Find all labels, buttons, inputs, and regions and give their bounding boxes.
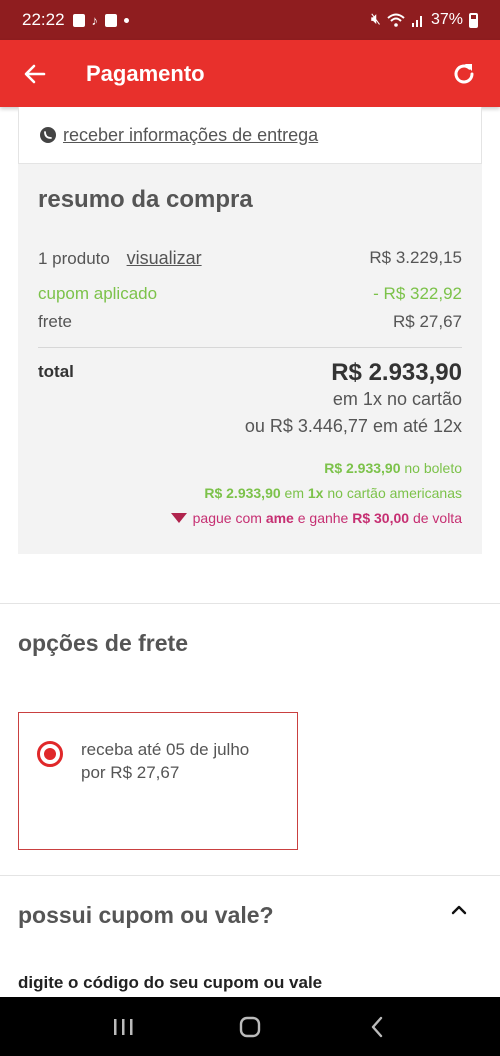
total-label: total: [38, 362, 74, 381]
chevron-up-icon[interactable]: [448, 899, 470, 921]
ame-prefix: pague com: [192, 510, 262, 526]
coupon-input-label: digite o código do seu cupom ou vale: [18, 973, 323, 992]
purchase-summary: resumo da compra 1 produto visualizar R$…: [18, 164, 482, 554]
signal-icon: [411, 16, 422, 27]
ame-gem-icon: [170, 513, 187, 524]
product-row: 1 produto visualizar R$ 3.229,15: [38, 248, 462, 269]
back-chevron-icon[interactable]: [357, 1007, 397, 1047]
ame-mid: e ganhe: [297, 510, 349, 526]
battery-percent: 37%: [430, 11, 463, 28]
system-nav-bar: [0, 997, 500, 1056]
freight-section-title: opções de frete: [18, 630, 188, 656]
mute-icon: 🔇︎: [370, 11, 381, 28]
status-bar: 22:22 ♪ 🔇︎ 37%: [0, 0, 500, 40]
section-divider: [0, 603, 500, 604]
total-installment-12x: ou R$ 3.446,77 em até 12x: [244, 416, 462, 436]
freight-option-price: por R$ 27,67: [81, 763, 180, 782]
freight-option-text: receba até 05 de julho por R$ 27,67: [81, 738, 281, 784]
coupon-row: cupom aplicado - R$ 322,92: [38, 284, 462, 304]
ame-cashback-line: pague com ame e ganhe R$ 30,00 de volta: [170, 510, 462, 526]
summary-title: resumo da compra: [38, 186, 253, 213]
more-notifications-icon: [124, 17, 130, 23]
delivery-info-link[interactable]: receber informações de entrega: [63, 125, 318, 146]
total-value: R$ 2.933,90: [331, 359, 462, 386]
delivery-info-card: receber informações de entrega: [18, 107, 482, 164]
boleto-text: no boleto: [404, 460, 462, 476]
boleto-value: R$ 2.933,90: [324, 460, 401, 476]
recents-icon[interactable]: [103, 1007, 143, 1047]
battery-icon: [469, 12, 478, 28]
summary-divider: [38, 347, 462, 348]
coupon-section-title[interactable]: possui cupom ou vale?: [18, 902, 274, 929]
card-1x: 1x: [307, 485, 324, 501]
whatsapp-icon: [40, 127, 56, 143]
card-em: em: [284, 485, 304, 501]
section-divider: [0, 875, 500, 876]
product-value: R$ 3.229,15: [369, 248, 462, 267]
ame-brand: ame: [265, 510, 294, 526]
freight-option-date: receba até 05 de julho: [81, 740, 250, 759]
app-bar: Pagamento: [0, 40, 500, 107]
boleto-price-line: R$ 2.933,90 no boleto: [324, 460, 462, 476]
calendar-icon: [105, 13, 118, 27]
ame-value: R$ 30,00: [352, 510, 410, 526]
status-time: 22:22: [22, 10, 65, 29]
arrow-left-icon[interactable]: [20, 59, 50, 89]
wifi-icon: [387, 13, 405, 27]
notification-icon: [72, 13, 85, 27]
product-label: 1 produto: [38, 249, 110, 268]
americanas-card-line: R$ 2.933,90 em 1x no cartão americanas: [204, 485, 462, 501]
shipping-row: frete R$ 27,67: [38, 312, 462, 332]
coupon-value: - R$ 322,92: [373, 284, 462, 303]
home-icon[interactable]: [230, 1007, 270, 1047]
card-value: R$ 2.933,90: [204, 485, 281, 501]
card-text: no cartão americanas: [327, 485, 462, 501]
freight-option-radio[interactable]: [37, 741, 63, 767]
total-installment-1x: em 1x no cartão: [332, 389, 462, 409]
view-products-link[interactable]: visualizar: [127, 248, 202, 268]
coupon-label: cupom aplicado: [38, 284, 158, 303]
shipping-value: R$ 27,67: [393, 312, 462, 331]
page-title: Pagamento: [86, 60, 205, 86]
tiktok-icon: ♪: [91, 12, 99, 28]
ame-suffix: de volta: [412, 510, 462, 526]
shipping-label: frete: [38, 312, 73, 331]
freight-option-card[interactable]: receba até 05 de julho por R$ 27,67: [18, 712, 298, 850]
refresh-icon[interactable]: [448, 58, 480, 90]
